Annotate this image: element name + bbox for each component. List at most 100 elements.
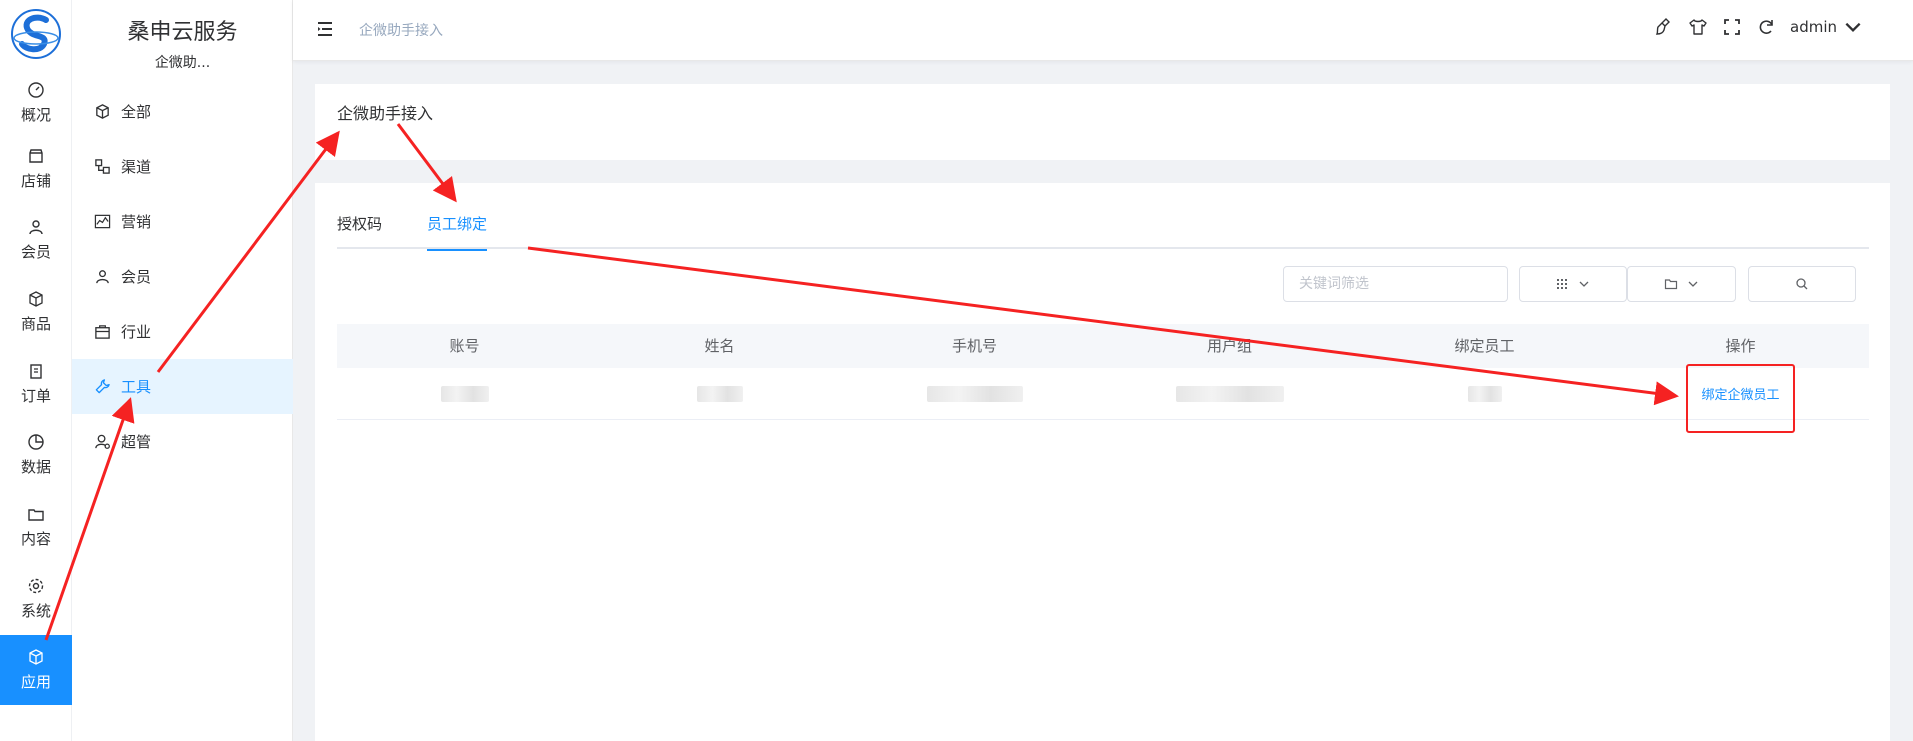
redacted-text	[926, 385, 1023, 402]
rail-item-store[interactable]: 店铺	[0, 134, 72, 204]
account-cell	[337, 368, 592, 419]
column-header: 操作	[1725, 337, 1756, 355]
secondary-sidebar: 桑申云服务 企微助... 全部 渠道 营销 会员 行业 工具 超管	[72, 0, 293, 741]
rail-item-label: 应用	[20, 673, 51, 691]
folder-filter-dropdown[interactable]	[1627, 266, 1736, 302]
pie-chart-icon	[28, 434, 44, 450]
briefcase-icon	[95, 325, 110, 339]
breadcrumb[interactable]: 企微助手接入	[359, 20, 443, 40]
cube-icon	[96, 104, 109, 119]
rail-item-label: 商品	[20, 315, 51, 333]
shirt-icon[interactable]	[1688, 17, 1708, 37]
icon-rail: 概况 店铺 会员 商品 订单 数据 内容 系统 应用	[0, 0, 72, 741]
tab-bar: 授权码 员工绑定	[337, 209, 1869, 251]
menu-fold-icon[interactable]	[315, 19, 335, 39]
brand-logo-icon	[11, 9, 61, 59]
table-row[interactable]: 绑定企微员工	[337, 368, 1869, 420]
column-header: 手机号	[951, 337, 997, 355]
phone-cell	[847, 368, 1102, 419]
sidebar-item-label: 行业	[121, 323, 152, 341]
redacted-text	[696, 385, 743, 402]
rail-item-label: 会员	[20, 243, 51, 261]
admin-user-icon	[95, 434, 110, 449]
rail-item-orders[interactable]: 订单	[0, 349, 72, 419]
channel-icon	[95, 159, 110, 174]
page-title: 企微助手接入	[337, 104, 434, 123]
main-card: 授权码 员工绑定 账号 姓名 手机号 用户组 绑定员工 操作	[315, 183, 1890, 741]
brand-subtitle: 企微助...	[154, 55, 211, 71]
brush-icon[interactable]	[1654, 17, 1674, 37]
redacted-text	[1467, 385, 1502, 402]
rail-item-label: 内容	[20, 530, 51, 548]
staff-binding-table: 账号 姓名 手机号 用户组 绑定员工 操作 绑定企微员工	[337, 324, 1869, 420]
user-menu[interactable]: admin	[1790, 17, 1863, 37]
chevron-down-icon	[1845, 22, 1861, 32]
refresh-icon[interactable]	[1756, 17, 1776, 37]
sidebar-item-label: 营销	[121, 213, 152, 231]
rail-item-member[interactable]: 会员	[0, 205, 72, 275]
chevron-down-icon	[1579, 281, 1589, 287]
rail-item-overview[interactable]: 概况	[0, 68, 72, 138]
rail-item-label: 系统	[20, 602, 51, 620]
table-header: 账号 姓名 手机号 用户组 绑定员工 操作	[337, 324, 1869, 368]
tab-staff-binding[interactable]: 员工绑定	[427, 209, 488, 251]
dashboard-icon	[28, 82, 44, 98]
brand-logo[interactable]	[7, 5, 65, 63]
user-name: admin	[1790, 18, 1837, 36]
rail-item-label: 数据	[20, 458, 51, 476]
folder-icon	[28, 509, 44, 521]
sidebar-item-label: 工具	[121, 378, 152, 396]
sidebar-item-superadmin[interactable]: 超管	[72, 414, 293, 469]
folder-icon	[1664, 279, 1677, 290]
user-icon	[29, 220, 43, 235]
sidebar-item-label: 超管	[121, 433, 152, 451]
redacted-text	[1175, 385, 1284, 402]
rail-item-label: 概况	[20, 106, 51, 124]
header-tools: admin	[1654, 17, 1863, 37]
rail-item-label: 订单	[20, 387, 51, 405]
brand-title: 桑申云服务	[127, 20, 238, 45]
sidebar-item-all[interactable]: 全部	[72, 84, 293, 139]
box-icon	[29, 291, 43, 307]
search-icon	[1796, 278, 1808, 290]
chevron-down-icon	[1688, 281, 1697, 287]
wrench-icon	[95, 379, 110, 394]
sidebar-item-channel[interactable]: 渠道	[72, 139, 293, 194]
bound-staff-cell	[1357, 368, 1612, 419]
tab-auth-code[interactable]: 授权码	[337, 209, 382, 249]
grid-icon	[1557, 279, 1567, 289]
sidebar-item-label: 会员	[121, 268, 152, 286]
sidebar-item-tools[interactable]: 工具	[72, 359, 293, 414]
search-button[interactable]	[1748, 266, 1856, 302]
sidebar-item-member[interactable]: 会员	[72, 249, 293, 304]
user-group-cell	[1102, 368, 1357, 419]
cube-icon	[29, 649, 43, 665]
sidebar-item-label: 渠道	[121, 158, 152, 176]
column-header: 姓名	[704, 337, 735, 355]
sidebar-item-label: 全部	[121, 103, 152, 121]
column-header: 用户组	[1206, 337, 1252, 355]
user-icon	[96, 270, 109, 284]
store-icon	[29, 149, 43, 163]
name-cell	[592, 368, 847, 419]
trend-icon	[94, 214, 111, 229]
rail-item-label: 店铺	[20, 172, 51, 190]
column-header: 账号	[449, 337, 480, 355]
redacted-text	[440, 385, 489, 402]
sidebar-item-industry[interactable]: 行业	[72, 304, 293, 359]
clipboard-icon	[30, 364, 42, 379]
page-title-card: 企微助手接入	[315, 84, 1890, 160]
rail-item-content[interactable]: 内容	[0, 492, 72, 562]
top-header: 企微助手接入 admin	[293, 0, 1913, 61]
keyword-filter-input[interactable]	[1283, 266, 1508, 302]
gear-icon	[28, 578, 44, 594]
fullscreen-icon[interactable]	[1722, 17, 1742, 37]
rail-item-goods[interactable]: 商品	[0, 277, 72, 347]
column-header: 绑定员工	[1454, 337, 1515, 355]
rail-item-data[interactable]: 数据	[0, 420, 72, 490]
sidebar-item-marketing[interactable]: 营销	[72, 194, 293, 249]
rail-item-apps[interactable]: 应用	[0, 635, 72, 705]
rail-item-system[interactable]: 系统	[0, 564, 72, 634]
grid-filter-dropdown[interactable]	[1519, 266, 1627, 302]
annotation-highlight-box	[1686, 364, 1795, 433]
